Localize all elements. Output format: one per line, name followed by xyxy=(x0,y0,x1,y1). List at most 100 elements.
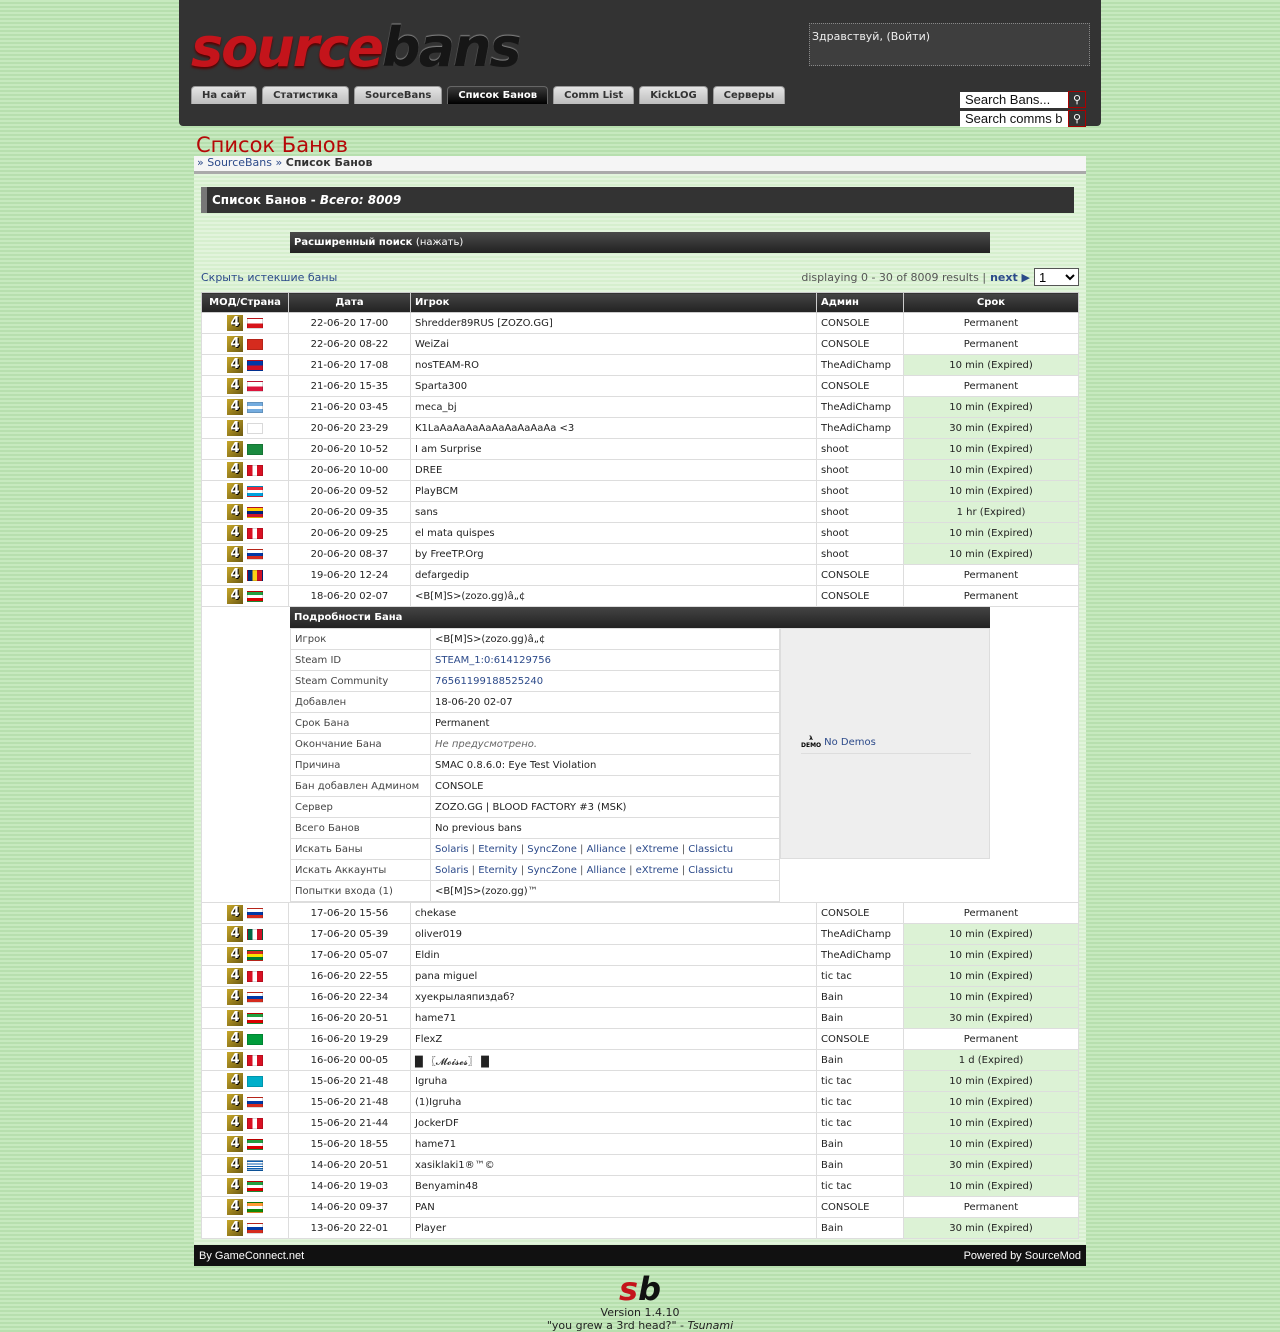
page-title: Список Банов xyxy=(196,133,349,157)
search-site-link[interactable]: Solaris xyxy=(435,844,468,855)
advanced-search-toggle[interactable]: Расширенный поиск (нажать) xyxy=(290,232,990,253)
player-cell: nosTEAM-RO xyxy=(410,354,817,376)
ban-row[interactable]: 4 20-06-20 08-37 by FreeTP.Org shoot 10 min … xyxy=(201,543,1079,565)
ban-row[interactable]: 4 22-06-20 17-00 Shredder89RUS [ZOZO.GG] CO… xyxy=(201,312,1079,334)
ban-row[interactable]: 4 16-06-20 00-05 █ 〖𝓜𝓸𝓲𝓼𝓮𝓼〗 █ Bain 1 d (Expi… xyxy=(201,1049,1079,1071)
page-select[interactable]: 1 xyxy=(1034,268,1079,286)
length-cell: 10 min (Expired) xyxy=(903,522,1079,544)
mod-country-cell: 4 xyxy=(201,944,289,966)
ban-row[interactable]: 4 17-06-20 05-07 Eldin TheAdiChamp 10 min (E… xyxy=(201,944,1079,966)
player-cell: Eldin xyxy=(410,944,817,966)
detail-link[interactable]: 76561199188525240 xyxy=(435,676,543,687)
search-site-link[interactable]: SyncZone xyxy=(527,865,577,876)
ban-row[interactable]: 4 14-06-20 19-03 Benyamin48 tic tac 10 min (… xyxy=(201,1175,1079,1197)
ban-row[interactable]: 4 14-06-20 09-37 PAN CONSOLE Permanent xyxy=(201,1196,1079,1218)
ban-row[interactable]: 4 18-06-20 02-07 <B[M]S>(zozo.gg)â„¢ CONSOL… xyxy=(201,585,1079,607)
version-text: Version 1.4.10 xyxy=(600,1306,680,1319)
l4d-mod-icon: 4 xyxy=(227,588,243,604)
ban-row[interactable]: 4 20-06-20 10-00 DREE shoot 10 min (Expired) xyxy=(201,459,1079,481)
ban-row[interactable]: 4 20-06-20 09-25 el mata quispes shoot 10 mi… xyxy=(201,522,1079,544)
nav-tab[interactable]: SourceBans xyxy=(354,86,443,104)
search-site-link[interactable]: Eternity xyxy=(478,844,517,855)
detail-link[interactable]: STEAM_1:0:614129756 xyxy=(435,655,551,666)
ban-row[interactable]: 4 19-06-20 12-24 defargedip CONSOLE Permanen… xyxy=(201,564,1079,586)
ban-row[interactable]: 4 20-06-20 10-52 I am Surprise shoot 10 min … xyxy=(201,438,1079,460)
search-site-link[interactable]: eXtreme xyxy=(636,865,679,876)
date-cell: 17-06-20 05-07 xyxy=(288,944,411,966)
ban-row[interactable]: 4 16-06-20 19-29 FlexZ CONSOLE Permanent xyxy=(201,1028,1079,1050)
next-page-link[interactable]: next ▶ xyxy=(990,271,1030,284)
ban-row[interactable]: 4 16-06-20 22-34 хуекрылаяпиздаб? Bain 10 mi… xyxy=(201,986,1079,1008)
ban-row[interactable]: 4 17-06-20 15-56 chekase CONSOLE Permanent xyxy=(201,902,1079,924)
date-cell: 20-06-20 08-37 xyxy=(288,543,411,565)
player-cell: WeiZai xyxy=(410,333,817,355)
length-cell: 10 min (Expired) xyxy=(903,986,1079,1008)
country-flag-icon xyxy=(247,590,263,602)
nav-tab[interactable]: Список Банов xyxy=(447,86,549,104)
col-player[interactable]: Игрок xyxy=(410,292,817,313)
length-cell: 30 min (Expired) xyxy=(903,1154,1079,1176)
sourcemod-link[interactable]: Powered by SourceMod xyxy=(964,1250,1081,1262)
search-site-link[interactable]: SyncZone xyxy=(527,844,577,855)
sourcebans-logo[interactable]: sourcebans xyxy=(191,18,522,78)
ban-row[interactable]: 4 16-06-20 20-51 hame71 Bain 30 min (Expired… xyxy=(201,1007,1079,1029)
country-flag-icon xyxy=(247,949,263,961)
ban-row[interactable]: 4 21-06-20 15-35 Sparta300 CONSOLE Permanent xyxy=(201,375,1079,397)
search-site-link[interactable]: Alliance xyxy=(587,844,626,855)
l4d-mod-icon: 4 xyxy=(227,926,243,942)
ban-row[interactable]: 4 16-06-20 22-55 pana miguel tic tac 10 min … xyxy=(201,965,1079,987)
search-site-link[interactable]: Solaris xyxy=(435,865,468,876)
nav-tab[interactable]: Статистика xyxy=(262,86,350,104)
login-link[interactable]: (Войти) xyxy=(886,30,930,43)
ban-row[interactable]: 4 15-06-20 21-48 (1)Igruha tic tac 10 min (E… xyxy=(201,1091,1079,1113)
admin-cell: CONSOLE xyxy=(816,312,904,334)
nav-tab[interactable]: Comm List xyxy=(553,86,635,104)
search-bans-input[interactable] xyxy=(960,91,1068,108)
search-bans-button[interactable]: ⚲ xyxy=(1068,91,1086,108)
country-flag-icon xyxy=(247,928,263,940)
admin-cell: CONSOLE xyxy=(816,1196,904,1218)
date-cell: 18-06-20 02-07 xyxy=(288,585,411,607)
ban-row[interactable]: 4 17-06-20 05-39 oliver019 TheAdiChamp 10 mi… xyxy=(201,923,1079,945)
ban-row[interactable]: 4 20-06-20 09-52 PlayBCM shoot 10 min (Expir… xyxy=(201,480,1079,502)
nav-tab[interactable]: Серверы xyxy=(712,86,786,104)
ban-row[interactable]: 4 15-06-20 21-44 JockerDF tic tac 10 min (Ex… xyxy=(201,1112,1079,1134)
search-comms-input[interactable] xyxy=(960,110,1068,127)
player-cell: K1LaAaAaAaAaAaAaAaAaAa <3 xyxy=(410,417,817,439)
hide-expired-link[interactable]: Скрыть истекшие баны xyxy=(201,271,337,284)
admin-cell: tic tac xyxy=(816,1091,904,1113)
ban-row[interactable]: 4 20-06-20 23-29 K1LaAaAaAaAaAaAaAaAaAa <3… xyxy=(201,417,1079,439)
detail-field: Добавлен 18-06-20 02-07 xyxy=(290,691,780,713)
nav-tab[interactable]: На сайт xyxy=(191,86,258,104)
search-site-link[interactable]: Classictu xyxy=(688,844,733,855)
ban-row[interactable]: 4 21-06-20 17-08 nosTEAM-RO TheAdiChamp 10 m… xyxy=(201,354,1079,376)
col-mod-country[interactable]: МОД/Страна xyxy=(201,292,289,313)
ban-row[interactable]: 4 22-06-20 08-22 WeiZai CONSOLE Permanent xyxy=(201,333,1079,355)
ban-row[interactable]: 4 15-06-20 18-55 hame71 Bain 10 min (Expired… xyxy=(201,1133,1079,1155)
col-length[interactable]: Срок xyxy=(903,292,1079,313)
search-site-link[interactable]: Eternity xyxy=(478,865,517,876)
admin-cell: CONSOLE xyxy=(816,585,904,607)
no-demos-link[interactable]: λ DEMO No Demos xyxy=(801,735,971,754)
breadcrumb: » SourceBans » Список Банов xyxy=(194,156,1086,174)
country-flag-icon xyxy=(247,527,263,539)
gameconnect-link[interactable]: By GameConnect.net xyxy=(199,1250,304,1262)
search-comms-button[interactable]: ⚲ xyxy=(1068,110,1086,127)
search-site-link[interactable]: Classictu xyxy=(688,865,733,876)
ban-row[interactable]: 4 14-06-20 20-51 xasiklaki1®™© Bain 30 min (… xyxy=(201,1154,1079,1176)
ban-row[interactable]: 4 21-06-20 03-45 meca_bj TheAdiChamp 10 min … xyxy=(201,396,1079,418)
col-admin[interactable]: Админ xyxy=(816,292,904,313)
mod-country-cell: 4 xyxy=(201,1154,289,1176)
ban-row[interactable]: 4 20-06-20 09-35 sans shoot 1 hr (Expired) xyxy=(201,501,1079,523)
admin-cell: tic tac xyxy=(816,1112,904,1134)
country-flag-icon xyxy=(247,569,263,581)
mod-country-cell: 4 xyxy=(201,354,289,376)
ban-row[interactable]: 4 15-06-20 21-48 Igruha tic tac 10 min (Expi… xyxy=(201,1070,1079,1092)
date-cell: 14-06-20 19-03 xyxy=(288,1175,411,1197)
search-site-link[interactable]: eXtreme xyxy=(636,844,679,855)
nav-tab[interactable]: KickLOG xyxy=(639,86,708,104)
breadcrumb-sourcebans[interactable]: SourceBans xyxy=(207,156,272,169)
col-date[interactable]: Дата xyxy=(288,292,411,313)
search-site-link[interactable]: Alliance xyxy=(587,865,626,876)
ban-row[interactable]: 4 13-06-20 22-01 Player Bain 30 min (Expired… xyxy=(201,1217,1079,1239)
